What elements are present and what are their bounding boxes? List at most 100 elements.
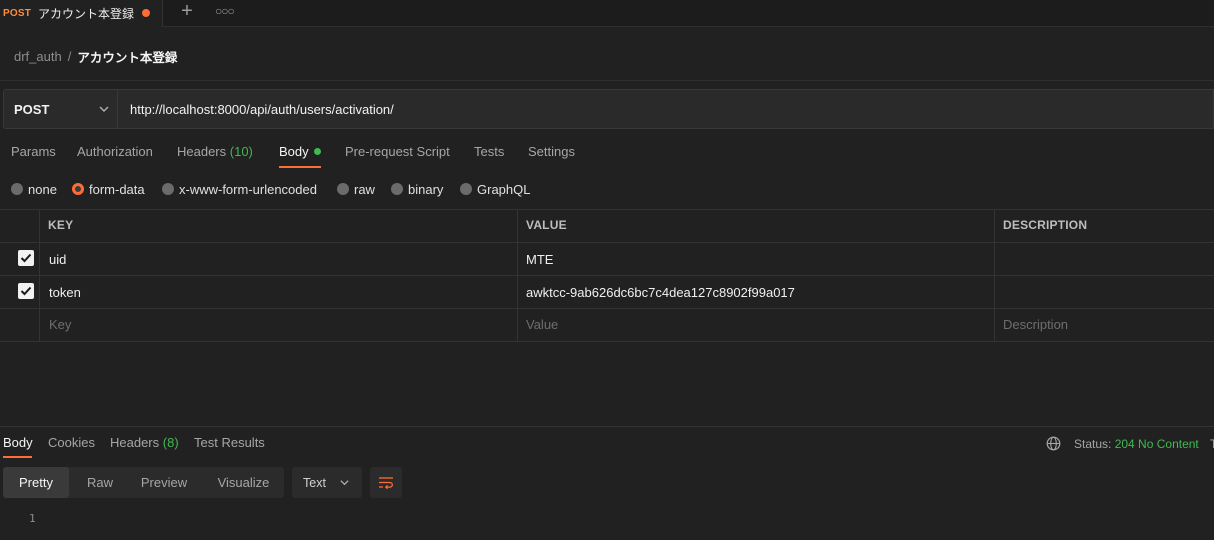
response-tab-test-results[interactable]: Test Results [194,435,265,450]
radio-icon [460,183,472,195]
tab-params-label: Params [11,144,56,159]
radio-icon [337,183,349,195]
view-mode-raw[interactable]: Raw [69,467,131,498]
response-tab-cookies-label: Cookies [48,435,95,450]
tab-pre-request-script-label: Pre-request Script [345,144,450,159]
tab-authorization[interactable]: Authorization [77,144,153,170]
breadcrumb-collection[interactable]: drf_auth [14,49,62,64]
more-tabs-ellipsis-icon[interactable]: ○○○ [215,5,235,17]
response-tab-cookies[interactable]: Cookies [48,435,95,450]
checkmark-icon [20,253,32,263]
new-description-input[interactable]: Description [1003,317,1068,332]
tab-headers-count: (10) [229,144,253,159]
response-active-tab-underline [3,456,32,458]
tab-authorization-label: Authorization [77,144,153,159]
column-header-description: DESCRIPTION [1003,218,1088,232]
response-time-truncated: T [1210,437,1214,451]
response-tab-test-results-label: Test Results [194,435,265,450]
chevron-down-icon [99,106,109,112]
response-status: Status: 204 No Content [1074,437,1199,451]
response-tab-headers-label: Headers [110,435,160,450]
column-header-key: KEY [48,218,74,232]
body-type-label: x-www-form-urlencoded [179,181,317,197]
radio-icon [162,183,174,195]
tab-tests[interactable]: Tests [474,144,504,170]
body-type-label: form-data [89,181,145,197]
divider [0,80,1214,81]
breadcrumb: drf_auth / アカウント本登録 [14,47,177,65]
body-type-label: none [28,181,57,197]
response-tab-body-label: Body [3,435,33,450]
tab-headers-label: Headers [177,144,227,159]
table-border [0,209,1214,210]
view-mode-visualize[interactable]: Visualize [203,467,284,498]
body-type-form-data[interactable]: form-data [72,181,145,197]
view-mode-segment: Pretty Raw Preview Visualize [3,467,284,498]
request-tab[interactable]: POST アカウント本登録 [0,0,163,27]
response-tab-headers[interactable]: Headers (8) [110,435,179,450]
tab-headers[interactable]: Headers (10) [177,144,253,170]
active-tab-underline [279,166,321,168]
body-type-x-www-form-urlencoded[interactable]: x-www-form-urlencoded [162,181,317,197]
status-code[interactable]: 204 No Content [1115,437,1199,451]
globe-icon[interactable] [1046,436,1061,451]
row-checkbox[interactable] [18,283,34,299]
method-label: POST [14,101,50,117]
view-mode-preview[interactable]: Preview [131,467,197,498]
new-tab-plus-icon[interactable]: + [179,1,195,21]
wrap-lines-button[interactable] [370,467,402,498]
column-header-value: VALUE [526,218,567,232]
body-type-label: raw [354,181,375,197]
wrap-lines-icon [379,477,393,490]
format-label: Text [303,475,326,490]
table-border [517,209,518,342]
form-data-table: KEY VALUE DESCRIPTION uid MTE token awkt… [0,209,1214,342]
response-tab-body[interactable]: Body [3,435,33,450]
body-type-binary[interactable]: binary [391,181,443,197]
body-type-graphql[interactable]: GraphQL [460,181,530,197]
body-type-label: GraphQL [477,181,531,197]
request-tab-method: POST [3,8,32,19]
new-key-input[interactable]: Key [49,317,71,332]
tab-params[interactable]: Params [11,144,56,170]
tab-tests-label: Tests [474,144,505,159]
response-divider [0,426,1214,427]
row-checkbox[interactable] [18,250,34,266]
body-type-none[interactable]: none [11,181,57,197]
table-border [0,308,1214,309]
request-tab-title: アカウント本登録 [38,7,135,21]
line-number: 1 [29,512,36,525]
radio-icon [11,183,23,195]
breadcrumb-request[interactable]: アカウント本登録 [77,47,177,66]
body-type-raw[interactable]: raw [337,181,375,197]
format-select[interactable]: Text [292,467,362,498]
tab-pre-request-script[interactable]: Pre-request Script [345,144,450,170]
status-label: Status: [1074,437,1112,451]
new-value-input[interactable]: Value [526,317,558,332]
response-tab-headers-count: (8) [162,435,179,450]
body-type-label: binary [408,181,444,197]
breadcrumb-separator: / [67,48,72,64]
view-mode-pretty[interactable]: Pretty [3,467,69,498]
row-key[interactable]: token [49,285,81,300]
url-input[interactable]: http://localhost:8000/api/auth/users/act… [118,89,1214,129]
tab-settings[interactable]: Settings [528,144,575,170]
row-value[interactable]: awktcc-9ab626dc6bc7c4dea127c8902f99a017 [526,285,795,300]
table-border [39,209,40,342]
method-select[interactable]: POST [3,89,118,129]
radio-selected-icon [72,183,84,195]
row-value[interactable]: MTE [526,252,553,267]
chevron-down-icon [340,480,349,486]
table-border [994,209,995,342]
table-border [0,275,1214,276]
unsaved-dot-icon [142,9,150,17]
tab-body-label: Body [279,144,309,159]
tab-settings-label: Settings [528,144,575,159]
table-border [0,341,1214,342]
tab-strip: POST アカウント本登録 + ○○○ [0,0,1214,27]
url-text: http://localhost:8000/api/auth/users/act… [130,101,394,117]
checkmark-icon [20,286,32,296]
table-border [0,242,1214,243]
row-key[interactable]: uid [49,252,66,267]
radio-icon [391,183,403,195]
